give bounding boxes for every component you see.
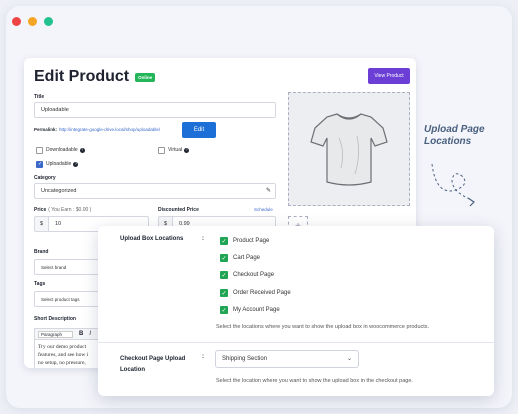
description-line: Try our demo product [38,344,87,350]
currency-prefix: $ [35,217,49,231]
category-label: Category [34,175,56,181]
upload-locations-label: Upload Box Locations [120,236,184,242]
category-select[interactable]: Uncategorized ✎ [34,183,276,199]
upload-settings-card: Upload Box Locations : ✓ Product Page ✓ … [98,226,494,396]
edit-permalink-button[interactable]: Edit [182,122,216,138]
tags-select[interactable]: Select product tags [34,291,102,307]
permalink-link[interactable]: http://integrate-google-drive.local/shop… [59,127,160,132]
close-dot[interactable] [12,16,21,26]
option-my-account-page[interactable]: ✓ My Account Page [220,306,280,314]
colon: : [202,354,204,360]
option-checkout-page[interactable]: ✓ Checkout Page [220,271,274,279]
discounted-label: Discounted Price [158,207,199,213]
maximize-dot[interactable] [44,16,53,26]
virtual-checkbox[interactable] [158,147,165,154]
price-label-row: Price ( You Earn : $0.00 ) [34,207,91,213]
help-icon: ? [73,161,79,167]
option-product-page[interactable]: ✓ Product Page [220,237,269,245]
description-line: no setup, no pressure, [38,360,86,366]
option-cart-page[interactable]: ✓ Cart Page [220,254,260,262]
view-product-button[interactable]: View Product [368,68,410,84]
short-description-label: Short Description [34,316,76,322]
checkout-label-line: Location [120,367,145,373]
schedule-link[interactable]: Schedule [254,207,273,212]
minimize-dot[interactable] [28,16,37,26]
annotation-line: Locations [424,136,472,147]
option-label: Order Received Page [233,290,291,296]
checkout-help-text: Select the location where you want to sh… [216,378,413,384]
help-icon: ? [79,147,85,153]
checkbox-checked-icon[interactable]: ✓ [220,289,228,297]
short-description-editor[interactable]: Paragraph B I Try our demo product featu… [34,328,104,368]
annotation-text: Upload Page Locations [424,124,504,148]
help-icon: ? [184,147,190,153]
paragraph-select[interactable]: Paragraph [38,330,74,338]
bold-button[interactable]: B [79,331,83,337]
price-note: ( You Earn : $0.00 ) [48,207,92,213]
description-line: features, and see how i [38,352,89,358]
price-label: Price [34,207,47,213]
checkout-location-label: Checkout Page Upload Location [120,354,185,376]
colon: : [202,236,204,242]
title-input[interactable]: Uploadable [34,102,276,118]
editor-toolbar: Paragraph B I [35,329,103,340]
downloadable-label: Downloadable [46,147,78,153]
downloadable-label-row: Downloadable ? [46,147,85,153]
annotation-line: Upload Page [424,124,485,135]
uploadable-checkbox[interactable] [36,161,43,168]
status-badge: Online [135,72,156,82]
tshirt-image [310,113,388,186]
uploadable-label: Uploadable [46,161,72,167]
category-value: Uncategorized [41,188,77,194]
checkbox-checked-icon[interactable]: ✓ [220,254,228,262]
option-label: Checkout Page [233,272,275,278]
window-chrome [6,6,512,36]
price-value: 10 [55,221,62,227]
option-order-received-page[interactable]: ✓ Order Received Page [220,289,291,297]
permalink-row: Permalink: http://integrate-google-drive… [34,127,160,132]
chevron-down-icon: ⌄ [346,356,352,362]
brand-label: Brand [34,249,49,255]
title-label: Title [34,94,45,100]
downloadable-checkbox[interactable] [36,147,43,154]
dashed-arrow-icon [431,163,475,207]
virtual-label: Virtual [168,147,183,153]
tags-label: Tags [34,281,46,287]
checkbox-checked-icon[interactable]: ✓ [220,306,228,314]
edit-pen-icon[interactable]: ✎ [266,187,271,194]
checkbox-checked-icon[interactable]: ✓ [220,271,228,279]
permalink-label: Permalink: [34,127,58,132]
divider [98,342,494,343]
checkbox-checked-icon[interactable]: ✓ [220,237,228,245]
italic-button[interactable]: I [89,331,91,337]
brand-select[interactable]: Select brand [34,259,102,275]
checkout-location-value: Shipping Section [222,356,268,362]
checkout-label-line: Checkout Page Upload [120,356,186,362]
title-row: Edit Product Online [34,68,156,86]
product-image-box[interactable] [288,92,410,206]
page-title: Edit Product [34,68,130,85]
editor-body: Try our demo product features, and see h… [35,340,103,367]
locations-help-text: Select the locations where you want to s… [216,324,430,330]
option-label: Cart Page [233,255,261,261]
virtual-label-row: Virtual ? [168,147,190,153]
option-label: Product Page [233,238,270,244]
checkout-location-select[interactable]: Shipping Section ⌄ [215,350,359,368]
option-label: My Account Page [233,307,280,313]
uploadable-label-row: Uploadable ? [46,161,79,167]
